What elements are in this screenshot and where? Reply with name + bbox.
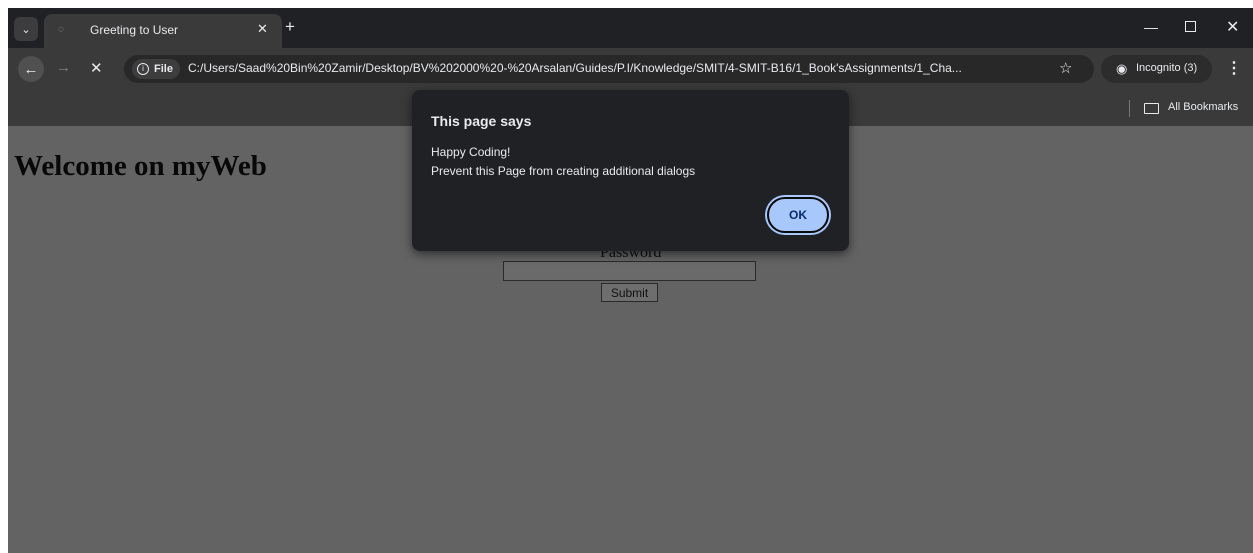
loading-favicon-icon: ◌ <box>58 24 64 35</box>
forward-icon[interactable]: → <box>56 59 71 76</box>
incognito-button[interactable]: ◉ Incognito (3) <box>1101 55 1212 83</box>
bookmarks-separator <box>1129 100 1130 117</box>
minimize-icon[interactable]: — <box>1144 19 1158 35</box>
tab-active[interactable]: ◌ Greeting to User ✕ <box>44 14 282 48</box>
back-icon[interactable]: ← <box>18 56 44 82</box>
folder-icon[interactable] <box>1144 103 1159 114</box>
address-bar[interactable]: i File C:/Users/Saad%20Bin%20Zamir/Deskt… <box>124 55 1094 83</box>
dialog-title: This page says <box>431 113 532 129</box>
ok-button[interactable]: OK <box>767 197 829 233</box>
browser-window: ⌄ ◌ Greeting to User ✕ + — ✕ ← → ✕ i Fil… <box>8 8 1253 553</box>
url-text[interactable]: C:/Users/Saad%20Bin%20Zamir/Desktop/BV%2… <box>188 61 1043 75</box>
password-input[interactable] <box>503 261 756 281</box>
info-icon: i <box>137 63 149 75</box>
new-tab-icon[interactable]: + <box>285 17 295 37</box>
restore-icon[interactable] <box>1185 21 1196 32</box>
prevent-dialogs-option[interactable]: Prevent this Page from creating addition… <box>431 164 695 178</box>
submit-button[interactable]: Submit <box>601 283 658 302</box>
bookmark-star-icon[interactable]: ☆ <box>1059 59 1072 77</box>
tab-search-icon[interactable]: ⌄ <box>14 17 38 41</box>
alert-dialog: This page says Happy Coding! Prevent thi… <box>412 90 849 251</box>
toolbar: ← → ✕ i File C:/Users/Saad%20Bin%20Zamir… <box>8 48 1253 90</box>
stop-loading-icon[interactable]: ✕ <box>90 59 103 77</box>
all-bookmarks-link[interactable]: All Bookmarks <box>1168 101 1238 113</box>
site-scheme-label: File <box>154 63 173 75</box>
incognito-icon: ◉ <box>1116 61 1128 76</box>
window-close-icon[interactable]: ✕ <box>1226 17 1239 37</box>
menu-kebab-icon[interactable]: ⋮ <box>1226 58 1242 78</box>
site-info-chip[interactable]: i File <box>132 59 180 79</box>
page-heading: Welcome on myWeb <box>14 150 267 182</box>
incognito-label: Incognito (3) <box>1136 62 1198 74</box>
tab-title: Greeting to User <box>90 23 179 37</box>
dialog-message: Happy Coding! <box>431 145 511 159</box>
tab-strip: ⌄ ◌ Greeting to User ✕ + — ✕ <box>8 8 1253 48</box>
tab-close-icon[interactable]: ✕ <box>257 21 268 37</box>
